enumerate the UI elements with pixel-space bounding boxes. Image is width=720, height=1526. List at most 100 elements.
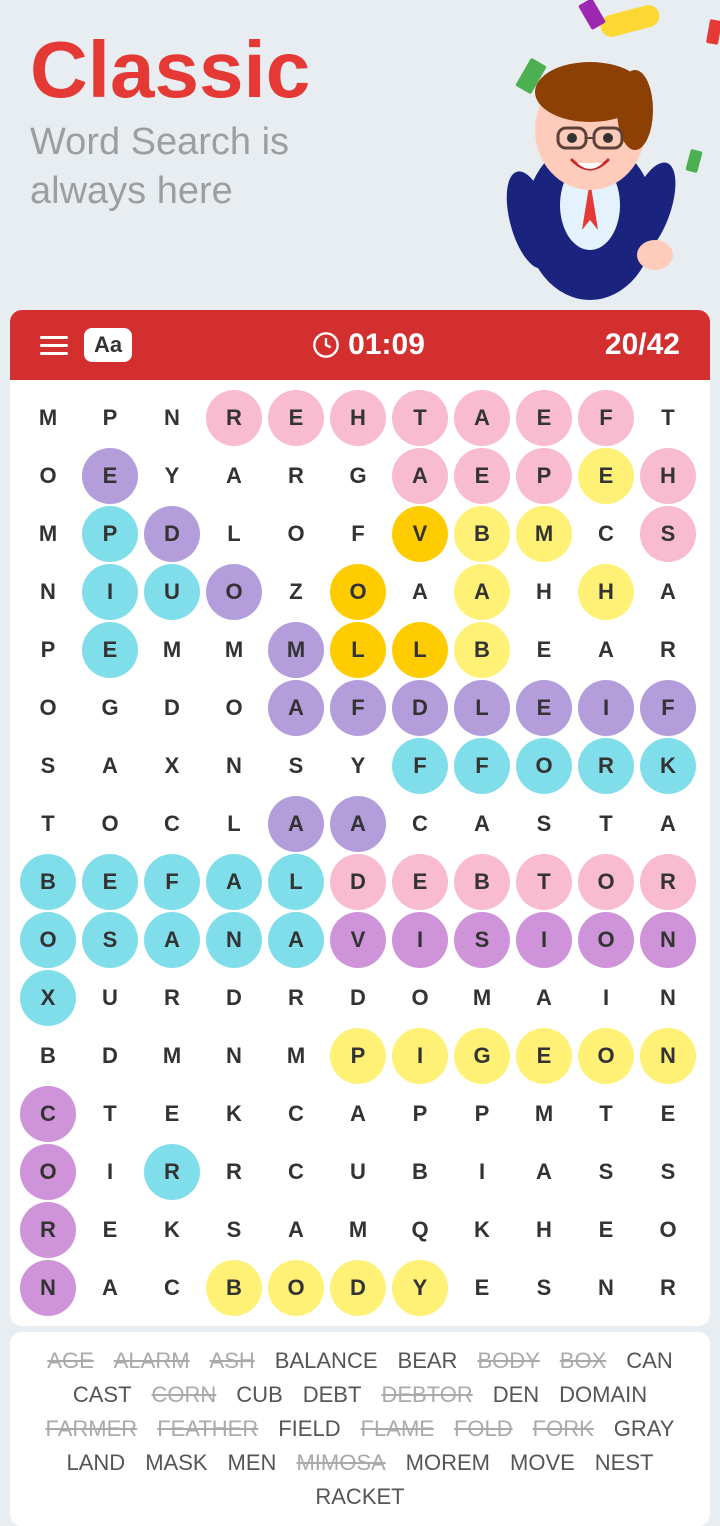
grid-cell[interactable]: U <box>330 1144 386 1200</box>
grid-cell[interactable]: E <box>392 854 448 910</box>
grid-cell[interactable]: O <box>20 912 76 968</box>
grid-cell[interactable]: M <box>144 622 200 678</box>
grid-cell[interactable]: D <box>330 1260 386 1316</box>
grid-cell[interactable]: B <box>454 622 510 678</box>
grid-cell[interactable]: O <box>392 970 448 1026</box>
grid-cell[interactable]: N <box>578 1260 634 1316</box>
grid-cell[interactable]: R <box>144 970 200 1026</box>
grid-cell[interactable]: B <box>454 506 510 562</box>
grid-cell[interactable]: O <box>640 1202 696 1258</box>
grid-cell[interactable]: E <box>578 1202 634 1258</box>
grid-cell[interactable]: E <box>82 1202 138 1258</box>
grid-cell[interactable]: Z <box>268 564 324 620</box>
grid-cell[interactable]: S <box>516 796 572 852</box>
grid-cell[interactable]: A <box>640 564 696 620</box>
grid-cell[interactable]: R <box>144 1144 200 1200</box>
grid-cell[interactable]: P <box>516 448 572 504</box>
grid-cell[interactable]: F <box>330 506 386 562</box>
grid-cell[interactable]: B <box>454 854 510 910</box>
grid-cell[interactable]: R <box>20 1202 76 1258</box>
grid-cell[interactable]: I <box>578 970 634 1026</box>
grid-cell[interactable]: O <box>268 1260 324 1316</box>
grid-cell[interactable]: S <box>578 1144 634 1200</box>
grid-cell[interactable]: H <box>578 564 634 620</box>
grid-cell[interactable]: U <box>82 970 138 1026</box>
grid-cell[interactable]: E <box>82 854 138 910</box>
grid-cell[interactable]: E <box>82 448 138 504</box>
grid-cell[interactable]: A <box>578 622 634 678</box>
grid-cell[interactable]: M <box>454 970 510 1026</box>
grid-cell[interactable]: R <box>268 970 324 1026</box>
grid-cell[interactable]: M <box>516 506 572 562</box>
grid-cell[interactable]: E <box>454 448 510 504</box>
grid-cell[interactable]: O <box>20 448 76 504</box>
grid-cell[interactable]: E <box>454 1260 510 1316</box>
grid-cell[interactable]: E <box>516 622 572 678</box>
grid-cell[interactable]: Y <box>392 1260 448 1316</box>
grid-cell[interactable]: A <box>268 912 324 968</box>
grid-cell[interactable]: A <box>454 796 510 852</box>
grid-cell[interactable]: T <box>516 854 572 910</box>
grid-cell[interactable]: A <box>82 1260 138 1316</box>
grid-cell[interactable]: A <box>454 564 510 620</box>
grid-cell[interactable]: Q <box>392 1202 448 1258</box>
grid-cell[interactable]: C <box>268 1086 324 1142</box>
grid-cell[interactable]: L <box>206 506 262 562</box>
grid-cell[interactable]: T <box>82 1086 138 1142</box>
grid-cell[interactable]: M <box>330 1202 386 1258</box>
grid-cell[interactable]: I <box>578 680 634 736</box>
grid-cell[interactable]: E <box>82 622 138 678</box>
grid-cell[interactable]: N <box>640 970 696 1026</box>
grid-cell[interactable]: M <box>268 1028 324 1084</box>
grid-cell[interactable]: U <box>144 564 200 620</box>
grid-cell[interactable]: V <box>330 912 386 968</box>
grid-cell[interactable]: N <box>144 390 200 446</box>
grid-cell[interactable]: L <box>454 680 510 736</box>
grid-cell[interactable]: A <box>392 448 448 504</box>
grid-cell[interactable]: N <box>206 912 262 968</box>
grid-cell[interactable]: L <box>206 796 262 852</box>
grid-cell[interactable]: K <box>144 1202 200 1258</box>
grid-cell[interactable]: R <box>640 622 696 678</box>
grid-cell[interactable]: I <box>392 1028 448 1084</box>
grid-cell[interactable]: C <box>144 796 200 852</box>
grid-cell[interactable]: T <box>578 1086 634 1142</box>
grid-cell[interactable]: N <box>20 1260 76 1316</box>
grid-cell[interactable]: A <box>268 1202 324 1258</box>
grid-cell[interactable]: S <box>640 506 696 562</box>
grid-cell[interactable]: F <box>330 680 386 736</box>
grid-cell[interactable]: C <box>578 506 634 562</box>
grid-cell[interactable]: D <box>330 970 386 1026</box>
grid-cell[interactable]: S <box>454 912 510 968</box>
grid-cell[interactable]: R <box>640 1260 696 1316</box>
grid-cell[interactable]: T <box>20 796 76 852</box>
grid-cell[interactable]: C <box>144 1260 200 1316</box>
grid-cell[interactable]: S <box>640 1144 696 1200</box>
grid-cell[interactable]: C <box>20 1086 76 1142</box>
grid-cell[interactable]: A <box>268 796 324 852</box>
grid-cell[interactable]: E <box>144 1086 200 1142</box>
font-size-button[interactable]: Aa <box>84 328 132 362</box>
grid-cell[interactable]: D <box>82 1028 138 1084</box>
grid-cell[interactable]: I <box>516 912 572 968</box>
grid-cell[interactable]: R <box>640 854 696 910</box>
grid-cell[interactable]: B <box>206 1260 262 1316</box>
grid-cell[interactable]: E <box>516 390 572 446</box>
grid-cell[interactable]: D <box>206 970 262 1026</box>
grid-cell[interactable]: E <box>516 1028 572 1084</box>
grid-cell[interactable]: P <box>392 1086 448 1142</box>
grid-cell[interactable]: O <box>206 680 262 736</box>
grid-cell[interactable]: F <box>640 680 696 736</box>
grid-cell[interactable]: O <box>20 680 76 736</box>
grid-cell[interactable]: K <box>454 1202 510 1258</box>
grid-cell[interactable]: O <box>206 564 262 620</box>
grid-cell[interactable]: S <box>268 738 324 794</box>
grid-cell[interactable]: O <box>516 738 572 794</box>
grid-cell[interactable]: M <box>144 1028 200 1084</box>
grid-cell[interactable]: S <box>516 1260 572 1316</box>
grid-cell[interactable]: E <box>268 390 324 446</box>
grid-cell[interactable]: I <box>82 1144 138 1200</box>
grid-cell[interactable]: I <box>392 912 448 968</box>
grid-cell[interactable]: I <box>454 1144 510 1200</box>
grid-cell[interactable]: O <box>578 912 634 968</box>
